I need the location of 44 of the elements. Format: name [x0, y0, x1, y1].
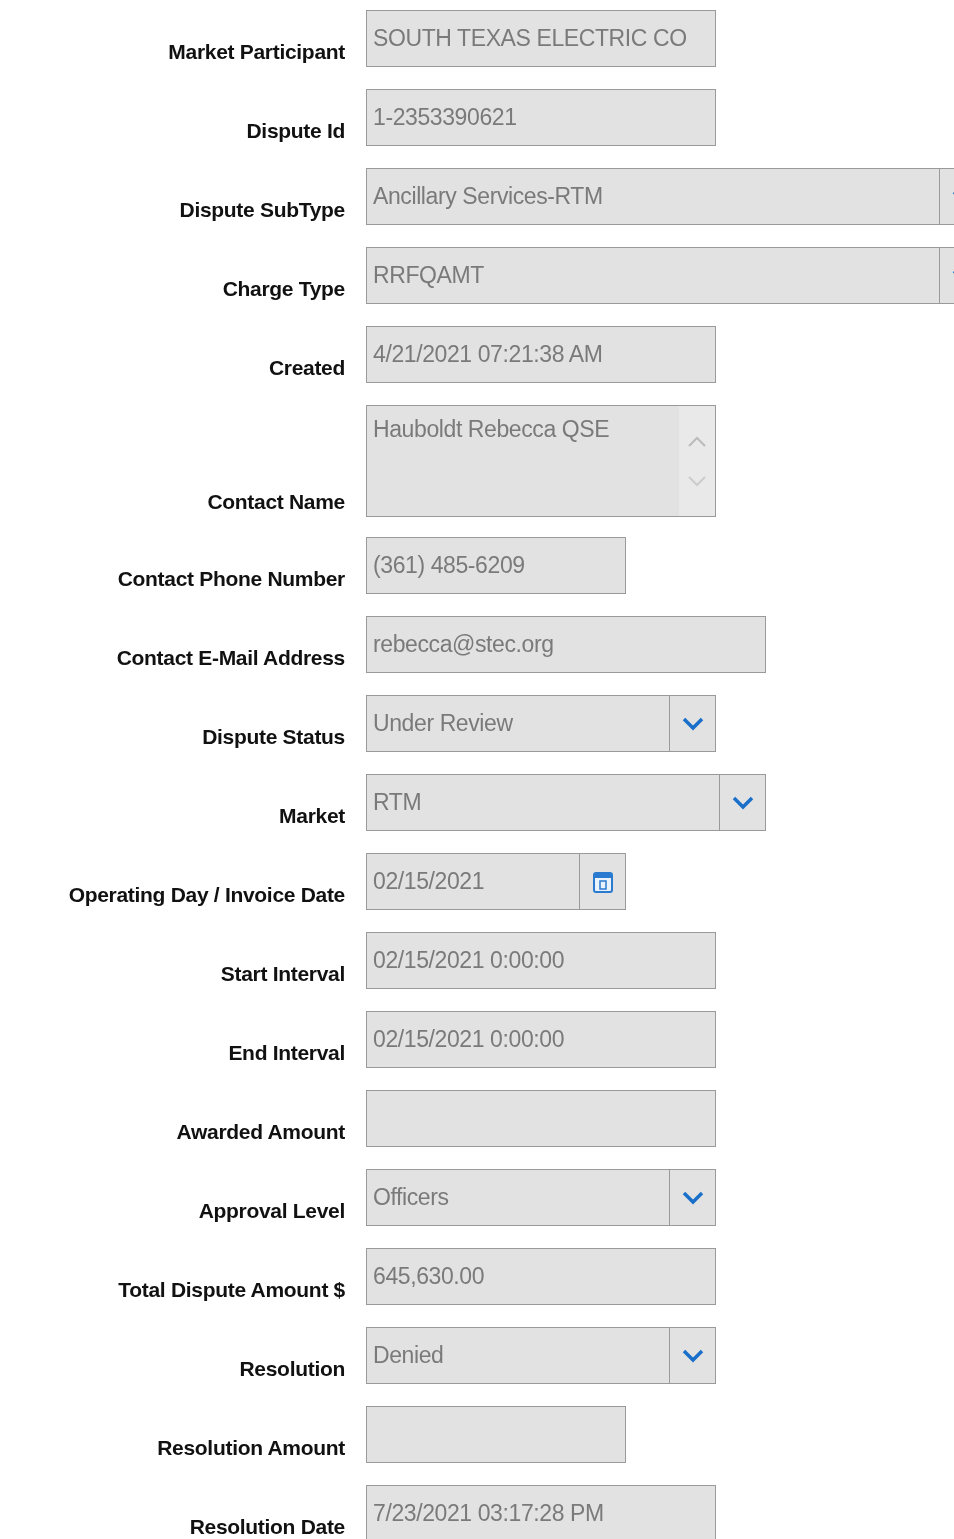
field-label: Operating Day / Invoice Date: [68, 883, 345, 908]
text-field[interactable]: [366, 1090, 716, 1147]
field-label: Market Participant: [168, 40, 345, 65]
field-label: Resolution Date: [189, 1515, 345, 1539]
text-field[interactable]: 02/15/2021 0:00:00: [366, 932, 716, 989]
chevron-down-icon: [681, 1190, 704, 1205]
dropdown-field[interactable]: RTM: [366, 774, 766, 831]
field-label: End Interval: [228, 1041, 345, 1066]
date-field[interactable]: 02/15/2021: [366, 853, 626, 910]
field-label: Start Interval: [220, 962, 345, 987]
field-label: Charge Type: [222, 277, 345, 302]
field-label: Dispute Id: [246, 119, 345, 144]
field-label: Contact Name: [207, 490, 345, 515]
dropdown-field[interactable]: Officers: [366, 1169, 716, 1226]
text-field[interactable]: [366, 1406, 626, 1463]
field-label: Contact E-Mail Address: [116, 646, 345, 671]
text-field[interactable]: 4/21/2021 07:21:38 AM: [366, 326, 716, 383]
field-label: Resolution: [239, 1357, 345, 1382]
field-label: Resolution Amount: [157, 1436, 345, 1461]
field-label: Dispute Status: [202, 725, 345, 750]
field-label: Created: [268, 356, 345, 381]
dropdown-field[interactable]: Denied: [366, 1327, 716, 1384]
text-field[interactable]: 02/15/2021 0:00:00: [366, 1011, 716, 1068]
text-field[interactable]: SOUTH TEXAS ELECTRIC CO: [366, 10, 716, 67]
field-label: Awarded Amount: [176, 1120, 345, 1145]
text-field[interactable]: rebecca@stec.org: [366, 616, 766, 673]
field-label: Contact Phone Number: [117, 567, 345, 592]
field-label: Approval Level: [198, 1199, 345, 1224]
field-label: Market: [279, 804, 345, 829]
chevron-down-icon: [681, 1348, 704, 1363]
text-field[interactable]: (361) 485-6209: [366, 537, 626, 594]
text-area[interactable]: Hauboldt Rebecca QSE: [366, 405, 716, 517]
text-field[interactable]: 645,630.00: [366, 1248, 716, 1305]
text-field[interactable]: 1-2353390621: [366, 89, 716, 146]
field-label: Dispute SubType: [179, 198, 345, 223]
field-label: Total Dispute Amount $: [118, 1278, 345, 1303]
text-field[interactable]: 7/23/2021 03:17:28 PM: [366, 1485, 716, 1539]
chevron-down-icon: [731, 795, 754, 810]
dropdown-field[interactable]: RRFQAMT: [366, 247, 954, 304]
scroll-down-icon[interactable]: [687, 474, 707, 489]
chevron-down-icon: [681, 716, 704, 731]
dropdown-field[interactable]: Ancillary Services-RTM: [366, 168, 954, 225]
calendar-icon[interactable]: [591, 869, 614, 894]
dropdown-field[interactable]: Under Review: [366, 695, 716, 752]
